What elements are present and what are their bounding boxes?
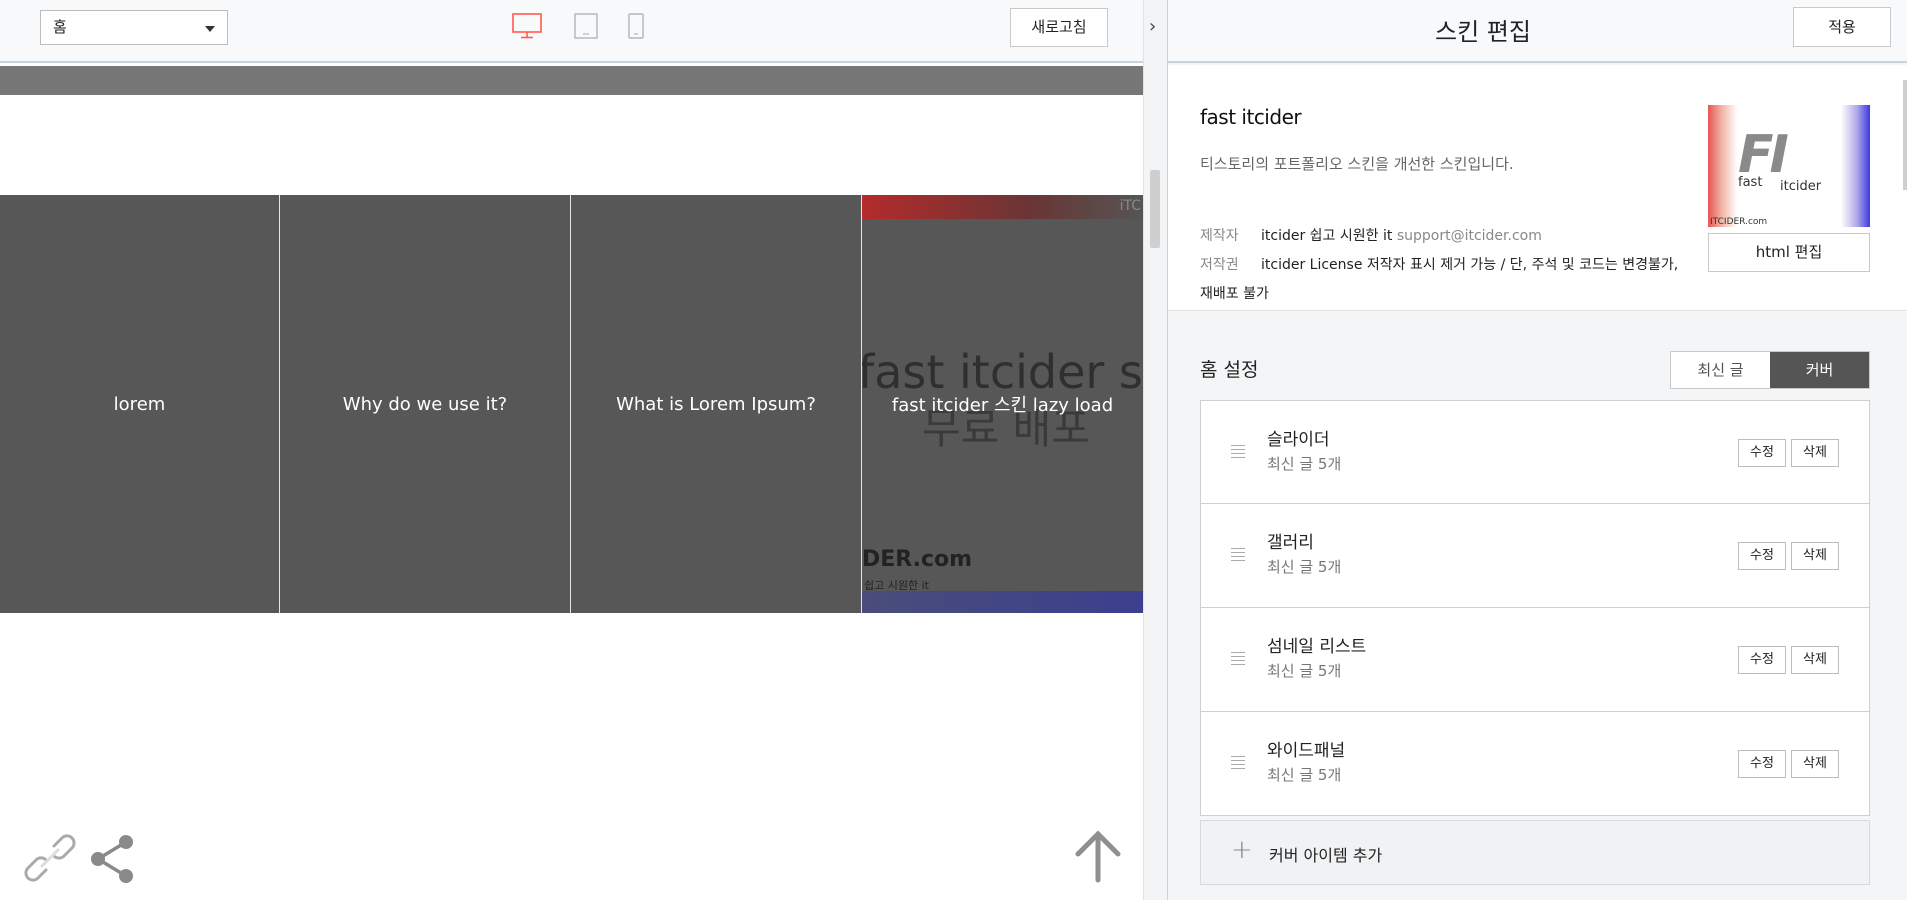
desktop-icon[interactable] — [512, 13, 542, 43]
drag-handle-icon[interactable] — [1231, 445, 1245, 461]
skin-edit-panel: 스킨 편집 적용 fast itcider 티스토리의 포트폴리오 스킨을 개선… — [1168, 0, 1907, 900]
item-sub: 최신 글 5개 — [1267, 455, 1342, 473]
skin-author: 제작자 itcider 쉽고 시원한 it support@itcider.com — [1200, 225, 1542, 245]
drag-handle-icon[interactable] — [1231, 652, 1245, 668]
author-label: 제작자 — [1200, 228, 1239, 244]
delete-button[interactable]: 삭제 — [1791, 646, 1839, 674]
item-sub: 최신 글 5개 — [1267, 662, 1342, 680]
scroll-top-icon[interactable] — [1074, 828, 1122, 888]
skin-thumbnail: FI fast itcider ITCIDER.com — [1708, 105, 1870, 227]
thumb-word1: fast — [1738, 175, 1763, 190]
delete-button[interactable]: 삭제 — [1791, 439, 1839, 467]
card-title: lorem — [113, 393, 166, 415]
panel-title: 스킨 편집 — [1435, 18, 1531, 46]
skin-license: 저작권 itcider License 저작자 표시 제거 가능 / 단, 주석 … — [1200, 254, 1678, 274]
item-sub: 최신 글 5개 — [1267, 558, 1342, 576]
author-value: itcider 쉽고 시원한 it — [1261, 228, 1393, 244]
edit-button[interactable]: 수정 — [1738, 439, 1786, 467]
cover-item-list: 슬라이더 최신 글 5개 수정 삭제 갤러리 최신 글 5개 수정 삭제 섬네일… — [1200, 400, 1870, 816]
cover-slider: lorem Why do we use it? What is Lorem Ip… — [0, 195, 1143, 613]
item-name: 와이드패널 — [1267, 741, 1346, 761]
panel-collapse-strip[interactable]: › — [1143, 0, 1168, 900]
toggle-latest[interactable]: 최신 글 — [1671, 352, 1770, 388]
delete-button[interactable]: 삭제 — [1791, 750, 1839, 778]
panel-header: 스킨 편집 적용 — [1168, 0, 1907, 63]
edit-button[interactable]: 수정 — [1738, 542, 1786, 570]
add-cover-label: 커버 아이템 추가 — [1269, 846, 1383, 865]
mobile-icon[interactable] — [628, 13, 644, 43]
author-email: support@itcider.com — [1396, 228, 1542, 244]
list-item: 슬라이더 최신 글 5개 수정 삭제 — [1200, 400, 1870, 504]
page-select-value: 홈 — [53, 18, 67, 36]
card-title: fast itcider 스킨 lazy load — [891, 395, 1114, 416]
preview-area: 홈 새로고침 lorem Why do we use it? What is L… — [0, 0, 1143, 900]
preview-scrollbar[interactable] — [1150, 170, 1160, 248]
home-settings-title: 홈 설정 — [1200, 359, 1259, 381]
panel-scrollbar[interactable] — [1903, 80, 1907, 190]
item-name: 섬네일 리스트 — [1267, 637, 1367, 657]
list-item: 섬네일 리스트 최신 글 5개 수정 삭제 — [1200, 608, 1870, 712]
edit-button[interactable]: 수정 — [1738, 750, 1786, 778]
cover-card[interactable]: lorem — [0, 195, 280, 613]
chevron-right-icon[interactable]: › — [1149, 16, 1156, 37]
skin-description: 티스토리의 포트폴리오 스킨을 개선한 스킨입니다. — [1200, 155, 1514, 173]
link-icon[interactable] — [24, 832, 76, 888]
preview-header-bar — [0, 66, 1143, 95]
drag-handle-icon[interactable] — [1231, 548, 1245, 564]
edit-button[interactable]: 수정 — [1738, 646, 1786, 674]
share-icon[interactable] — [90, 834, 136, 888]
card-title: Why do we use it? — [342, 393, 508, 415]
delete-button[interactable]: 삭제 — [1791, 542, 1839, 570]
refresh-button[interactable]: 새로고침 — [1010, 8, 1108, 47]
license-label: 저작권 — [1200, 257, 1239, 273]
list-item: 와이드패널 최신 글 5개 수정 삭제 — [1200, 712, 1870, 816]
item-name: 슬라이더 — [1267, 430, 1330, 450]
cover-card[interactable]: iTC fast itcider skin 무료 배포 DER.com 쉽고 시… — [862, 195, 1143, 613]
thumb-url: ITCIDER.com — [1710, 217, 1768, 227]
skin-license-cont: 재배포 불가 — [1200, 286, 1269, 302]
list-item: 갤러리 최신 글 5개 수정 삭제 — [1200, 504, 1870, 608]
home-mode-toggle: 최신 글 커버 — [1670, 351, 1870, 389]
plus-icon: + — [1231, 835, 1253, 865]
tablet-icon[interactable] — [574, 13, 598, 43]
item-name: 갤러리 — [1267, 533, 1314, 553]
skin-name: fast itcider — [1200, 105, 1302, 129]
item-sub: 최신 글 5개 — [1267, 766, 1342, 784]
chevron-down-icon — [205, 26, 215, 32]
cover-card[interactable]: Why do we use it? — [280, 195, 571, 613]
card-image-logo: DER.com — [862, 547, 973, 572]
thumb-word2: itcider — [1780, 179, 1822, 194]
apply-button[interactable]: 적용 — [1793, 7, 1891, 47]
preview-toolbar: 홈 새로고침 — [0, 0, 1143, 63]
page-select[interactable]: 홈 — [40, 10, 228, 45]
html-edit-button[interactable]: html 편집 — [1708, 233, 1870, 272]
cover-card[interactable]: What is Lorem Ipsum? — [571, 195, 862, 613]
add-cover-item-button[interactable]: + 커버 아이템 추가 — [1200, 820, 1870, 885]
drag-handle-icon[interactable] — [1231, 756, 1245, 772]
card-image-corner: iTC — [1119, 198, 1141, 214]
license-value: itcider License 저작자 표시 제거 가능 / 단, 주석 및 코… — [1261, 257, 1679, 273]
card-title: What is Lorem Ipsum? — [616, 393, 816, 415]
skin-info: fast itcider 티스토리의 포트폴리오 스킨을 개선한 스킨입니다. … — [1168, 65, 1907, 311]
toggle-cover[interactable]: 커버 — [1770, 352, 1869, 388]
